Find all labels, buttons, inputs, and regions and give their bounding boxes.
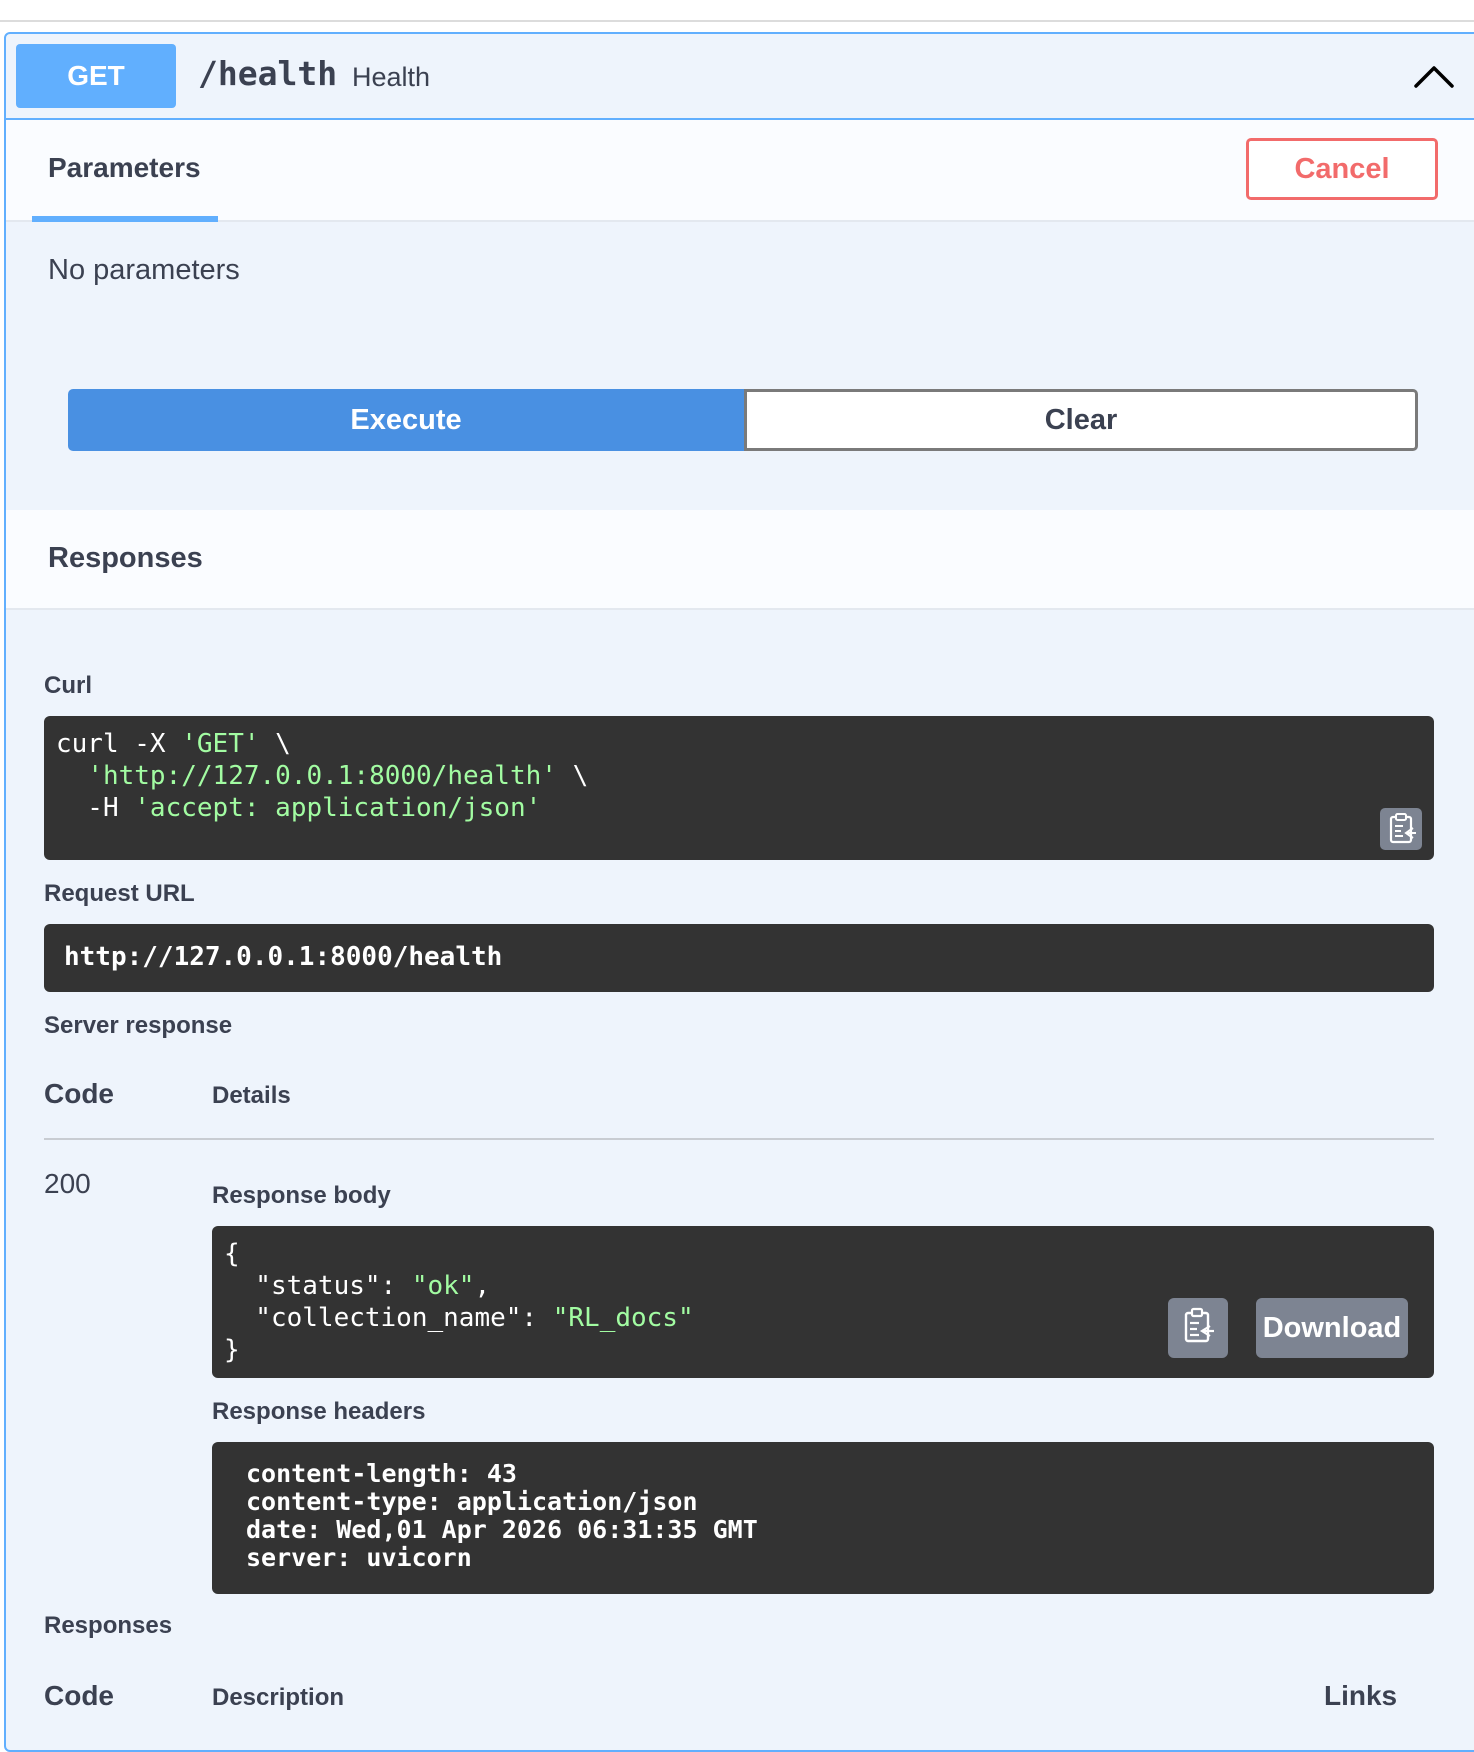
response-headers-block[interactable]: content-length: 43 content-type: applicat… bbox=[212, 1442, 1434, 1594]
response-header-line: content-type: application/json bbox=[246, 1487, 698, 1516]
operation-summary-text: Health bbox=[352, 62, 431, 92]
operation-block-get-health: GET /health Health Parameters Cancel No … bbox=[4, 32, 1474, 1752]
curl-line-1: curl -X 'GET' \ bbox=[56, 729, 291, 759]
responses-links-header: Links bbox=[1324, 1680, 1398, 1711]
responses-header: Responses bbox=[6, 510, 1474, 610]
clear-button[interactable]: Clear bbox=[744, 389, 1418, 451]
responses-description-header: Description bbox=[212, 1684, 345, 1711]
server-response-divider bbox=[44, 1138, 1434, 1140]
curl-line-2: 'http://127.0.0.1:8000/health' \ bbox=[87, 761, 589, 791]
responses-table-label: Responses bbox=[44, 1612, 173, 1639]
curl-header-string: 'accept: application/json' bbox=[134, 793, 542, 823]
response-body-label: Response body bbox=[212, 1182, 391, 1209]
server-response-label: Server response bbox=[44, 1012, 233, 1039]
response-headers-label: Response headers bbox=[212, 1398, 426, 1425]
clipboard-icon bbox=[1184, 1307, 1214, 1343]
operation-path: /health bbox=[198, 54, 338, 93]
curl-url-string: 'http://127.0.0.1:8000/health' bbox=[87, 761, 557, 791]
active-tab-indicator bbox=[32, 216, 218, 222]
responses-code-header: Code bbox=[44, 1680, 114, 1711]
chevron-up-icon[interactable] bbox=[1412, 58, 1456, 94]
clipboard-icon bbox=[1389, 813, 1416, 844]
body-line-status: "status": "ok", bbox=[224, 1271, 491, 1301]
response-status-code: 200 bbox=[44, 1168, 91, 1199]
curl-code-block[interactable]: curl -X 'GET' \ 'http://127.0.0.1:8000/h… bbox=[44, 716, 1434, 860]
body-line-open: { bbox=[224, 1239, 240, 1269]
copy-curl-button[interactable] bbox=[1380, 808, 1422, 850]
no-parameters-text: No parameters bbox=[48, 254, 240, 286]
download-button[interactable]: Download bbox=[1256, 1298, 1408, 1358]
method-badge: GET bbox=[16, 44, 176, 108]
response-header-line: date: Wed,01 Apr 2026 06:31:35 GMT bbox=[246, 1515, 758, 1544]
response-body-block[interactable]: { "status": "ok", "collection_name": "RL… bbox=[212, 1226, 1434, 1378]
cancel-button[interactable]: Cancel bbox=[1246, 138, 1438, 200]
response-headers-list: content-length: 43 content-type: applicat… bbox=[246, 1460, 758, 1572]
tab-parameters[interactable]: Parameters bbox=[48, 152, 201, 184]
server-response-details-header: Details bbox=[212, 1082, 291, 1109]
response-header-line: server: uvicorn bbox=[246, 1543, 472, 1572]
curl-line-3: -H 'accept: application/json' bbox=[56, 793, 542, 823]
parameters-tab-bar: Parameters Cancel bbox=[6, 120, 1474, 222]
execute-button[interactable]: Execute bbox=[68, 389, 744, 451]
responses-title: Responses bbox=[48, 542, 203, 574]
curl-method-string: 'GET' bbox=[181, 729, 260, 759]
server-response-code-header: Code bbox=[44, 1078, 114, 1109]
top-divider bbox=[0, 20, 1474, 22]
response-header-line: content-length: 43 bbox=[246, 1459, 517, 1488]
execute-wrapper: Execute Clear bbox=[68, 389, 1418, 451]
body-line-close: } bbox=[224, 1335, 240, 1365]
copy-response-button[interactable] bbox=[1168, 1298, 1228, 1358]
request-url-value: http://127.0.0.1:8000/health bbox=[64, 942, 503, 972]
curl-label: Curl bbox=[44, 672, 92, 699]
request-url-label: Request URL bbox=[44, 880, 195, 907]
request-url-block[interactable]: http://127.0.0.1:8000/health bbox=[44, 924, 1434, 992]
body-line-collection: "collection_name": "RL_docs" bbox=[224, 1303, 694, 1333]
operation-summary[interactable]: GET /health Health bbox=[6, 34, 1474, 120]
